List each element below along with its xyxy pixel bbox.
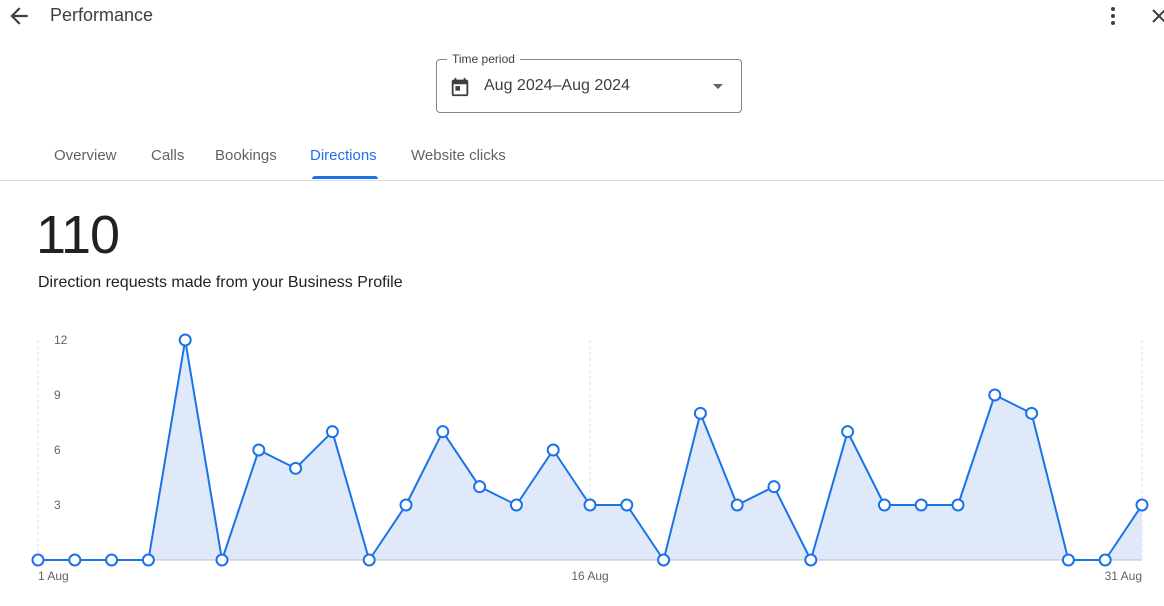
time-period-value: Aug 2024–Aug 2024	[484, 77, 630, 94]
data-point	[289, 461, 303, 475]
data-point	[1135, 498, 1149, 512]
top-bar: Performance	[0, 0, 1164, 34]
data-point	[620, 498, 634, 512]
metric-description: Direction requests made from your Busine…	[38, 274, 403, 291]
x-tick-label: 1 Aug	[38, 569, 69, 583]
data-point	[988, 388, 1002, 402]
data-point	[105, 553, 119, 567]
data-point	[325, 425, 339, 439]
data-point	[436, 425, 450, 439]
data-point	[730, 498, 744, 512]
active-tab-indicator	[312, 176, 378, 179]
y-tick-label: 9	[54, 388, 61, 402]
data-point	[215, 553, 229, 567]
data-point	[31, 553, 45, 567]
tab-bookings[interactable]: Bookings	[215, 147, 277, 164]
data-point	[362, 553, 376, 567]
data-point	[1098, 553, 1112, 567]
tab-calls[interactable]: Calls	[151, 147, 184, 164]
dropdown-arrow-icon	[713, 84, 723, 89]
arrow-back-icon[interactable]	[6, 3, 32, 29]
data-point	[583, 498, 597, 512]
data-point	[68, 553, 82, 567]
y-tick-label: 6	[54, 443, 61, 457]
data-point	[951, 498, 965, 512]
data-point	[767, 480, 781, 494]
data-point	[1025, 406, 1039, 420]
data-point	[657, 553, 671, 567]
total-value: 110	[36, 205, 120, 265]
x-tick-label: 31 Aug	[1105, 569, 1142, 583]
x-tick-label: 16 Aug	[571, 569, 608, 583]
tab-directions[interactable]: Directions	[310, 147, 377, 164]
data-point	[141, 553, 155, 567]
tab-website-clicks[interactable]: Website clicks	[411, 147, 506, 164]
data-point	[804, 553, 818, 567]
data-point	[509, 498, 523, 512]
data-point	[178, 333, 192, 347]
data-point	[473, 480, 487, 494]
data-point	[693, 406, 707, 420]
y-tick-label: 12	[54, 333, 68, 347]
data-point	[546, 443, 560, 457]
page-title: Performance	[50, 5, 154, 25]
close-icon[interactable]	[1148, 4, 1164, 28]
tab-bar: Overview Calls Bookings Directions Websi…	[0, 134, 1164, 181]
more-vert-icon[interactable]	[1103, 4, 1123, 28]
time-period-label: Time period	[447, 52, 520, 66]
data-point	[399, 498, 413, 512]
y-tick-label: 3	[54, 498, 61, 512]
data-point	[841, 425, 855, 439]
data-point	[914, 498, 928, 512]
time-period-select[interactable]: Time period Aug 2024–Aug 2024	[436, 52, 742, 113]
data-point	[1061, 553, 1075, 567]
tab-overview[interactable]: Overview	[54, 147, 117, 164]
directions-chart: 3 6 9 12 1 Aug 16 Aug 31 Aug	[31, 333, 1149, 583]
calendar-icon	[451, 77, 469, 97]
data-point	[877, 498, 891, 512]
data-point	[252, 443, 266, 457]
